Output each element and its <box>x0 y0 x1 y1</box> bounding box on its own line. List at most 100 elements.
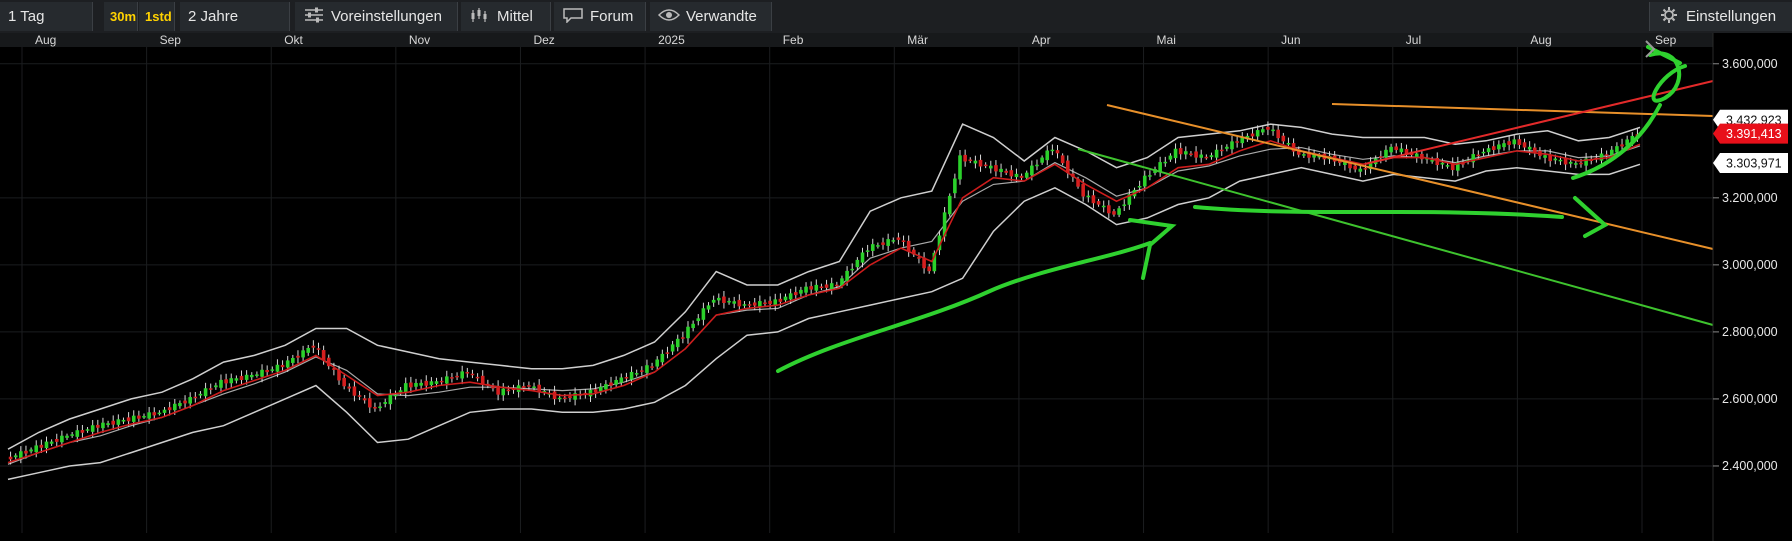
candle-body <box>1620 144 1624 147</box>
candle-body <box>604 384 608 390</box>
range-select[interactable]: 2 Jahre <box>180 2 290 31</box>
lower-channel-line <box>1077 148 1714 326</box>
candle-body <box>968 159 973 162</box>
x-tick-label: Mai <box>1157 33 1176 47</box>
moving-average-line <box>7 139 1641 464</box>
candle-body <box>778 298 783 302</box>
interval-30m-button[interactable]: 30m <box>104 2 138 31</box>
candle-body <box>244 374 249 380</box>
candle-body <box>383 402 388 404</box>
candle-body <box>527 385 531 387</box>
candle-body <box>675 338 680 348</box>
candle-body <box>13 455 18 458</box>
candle-body <box>29 449 33 452</box>
candle-body <box>783 296 788 301</box>
candle-body <box>224 379 228 384</box>
candle-body <box>1522 142 1527 148</box>
candle-body <box>1445 165 1450 167</box>
candle-body <box>116 419 121 425</box>
candle-body <box>424 380 429 386</box>
downtrend-line <box>1106 104 1714 250</box>
y-axis: 3.600,000 3.200,000 3.000,000 2.800,000 2.60… <box>1712 33 1792 541</box>
sliders-icon <box>305 7 323 23</box>
candle-body <box>670 344 675 352</box>
period-select[interactable]: 1 Tag <box>0 2 93 31</box>
candle-body <box>532 386 536 389</box>
candle-body <box>896 237 901 240</box>
candle-body <box>34 445 39 453</box>
candle-body <box>347 386 352 389</box>
settings-button[interactable]: Einstellungen <box>1649 2 1792 31</box>
candle-body <box>716 297 721 301</box>
related-button[interactable]: Verwandte <box>650 2 772 31</box>
candle-body <box>44 441 49 449</box>
candle-body <box>142 416 146 418</box>
candle-body <box>1517 139 1522 145</box>
candle-body <box>1199 154 1204 158</box>
candle-body <box>619 377 624 383</box>
average-button[interactable]: Mittel <box>461 2 551 31</box>
candle-body <box>742 304 747 306</box>
price-flags: 3.432,9233.391,4133.303,971 <box>1713 109 1788 173</box>
candle-body <box>1060 155 1065 164</box>
settings-label: Einstellungen <box>1686 8 1777 25</box>
candle-body <box>491 386 495 389</box>
candle-body <box>157 412 162 415</box>
candle-body <box>973 160 978 164</box>
candle-body <box>865 250 870 252</box>
candle-body <box>455 375 459 378</box>
candle-body <box>147 412 151 419</box>
candle-body <box>1173 148 1178 159</box>
candle-body <box>54 438 59 442</box>
candle-body <box>1112 211 1116 215</box>
candle-body <box>614 379 618 385</box>
candle-body <box>881 242 885 245</box>
candle-body <box>1148 175 1152 177</box>
candle-body <box>1507 141 1511 145</box>
presets-button[interactable]: Voreinstellungen <box>295 2 458 31</box>
candle-body <box>506 389 511 392</box>
candle-body <box>96 424 100 428</box>
gear-icon <box>1661 7 1677 23</box>
x-tick-label: Jul <box>1406 33 1421 47</box>
price-chart[interactable]: Aug Sep Okt Nov Dez 2025 Feb Mär Apr Mai Jun Jul Aug… <box>0 33 1792 541</box>
candle-body <box>1214 149 1219 158</box>
candle-body <box>178 403 182 407</box>
chart-grid <box>0 47 1713 533</box>
candle-body <box>301 350 305 358</box>
candle-body <box>167 407 172 411</box>
candle-body <box>188 397 192 404</box>
candle-body <box>958 155 962 180</box>
interval-1std-button[interactable]: 1std <box>139 2 175 31</box>
candle-body <box>101 422 105 429</box>
candle-body <box>1414 153 1419 158</box>
candle-body <box>747 304 752 306</box>
band-line-middle <box>7 145 1641 465</box>
candle-body <box>563 397 567 400</box>
candle-body <box>886 239 890 246</box>
candle-body <box>737 299 742 307</box>
candle-body <box>306 347 311 353</box>
candle-body <box>634 373 639 375</box>
candle-body <box>1225 146 1229 149</box>
candle-body <box>1286 143 1291 145</box>
candle-body <box>1384 149 1388 158</box>
bollinger-bands <box>7 123 1641 481</box>
candle-body <box>183 400 187 404</box>
candle-body <box>1168 155 1173 160</box>
candle-body <box>465 372 470 374</box>
candle-body <box>999 168 1003 173</box>
y-tick-label: 3.600,000 <box>1722 57 1778 71</box>
range-label: 2 Jahre <box>188 8 239 25</box>
candle-body <box>640 370 644 372</box>
forum-button[interactable]: Forum <box>554 2 646 31</box>
candle-body <box>947 195 952 215</box>
candle-body <box>60 435 64 443</box>
candle-body <box>1235 141 1239 143</box>
candle-body <box>978 159 983 167</box>
candle-body <box>1574 163 1578 165</box>
candle-body <box>265 369 269 373</box>
support-stroke <box>1193 205 1564 219</box>
candle-body <box>1609 149 1614 156</box>
candle-body <box>1204 156 1209 159</box>
